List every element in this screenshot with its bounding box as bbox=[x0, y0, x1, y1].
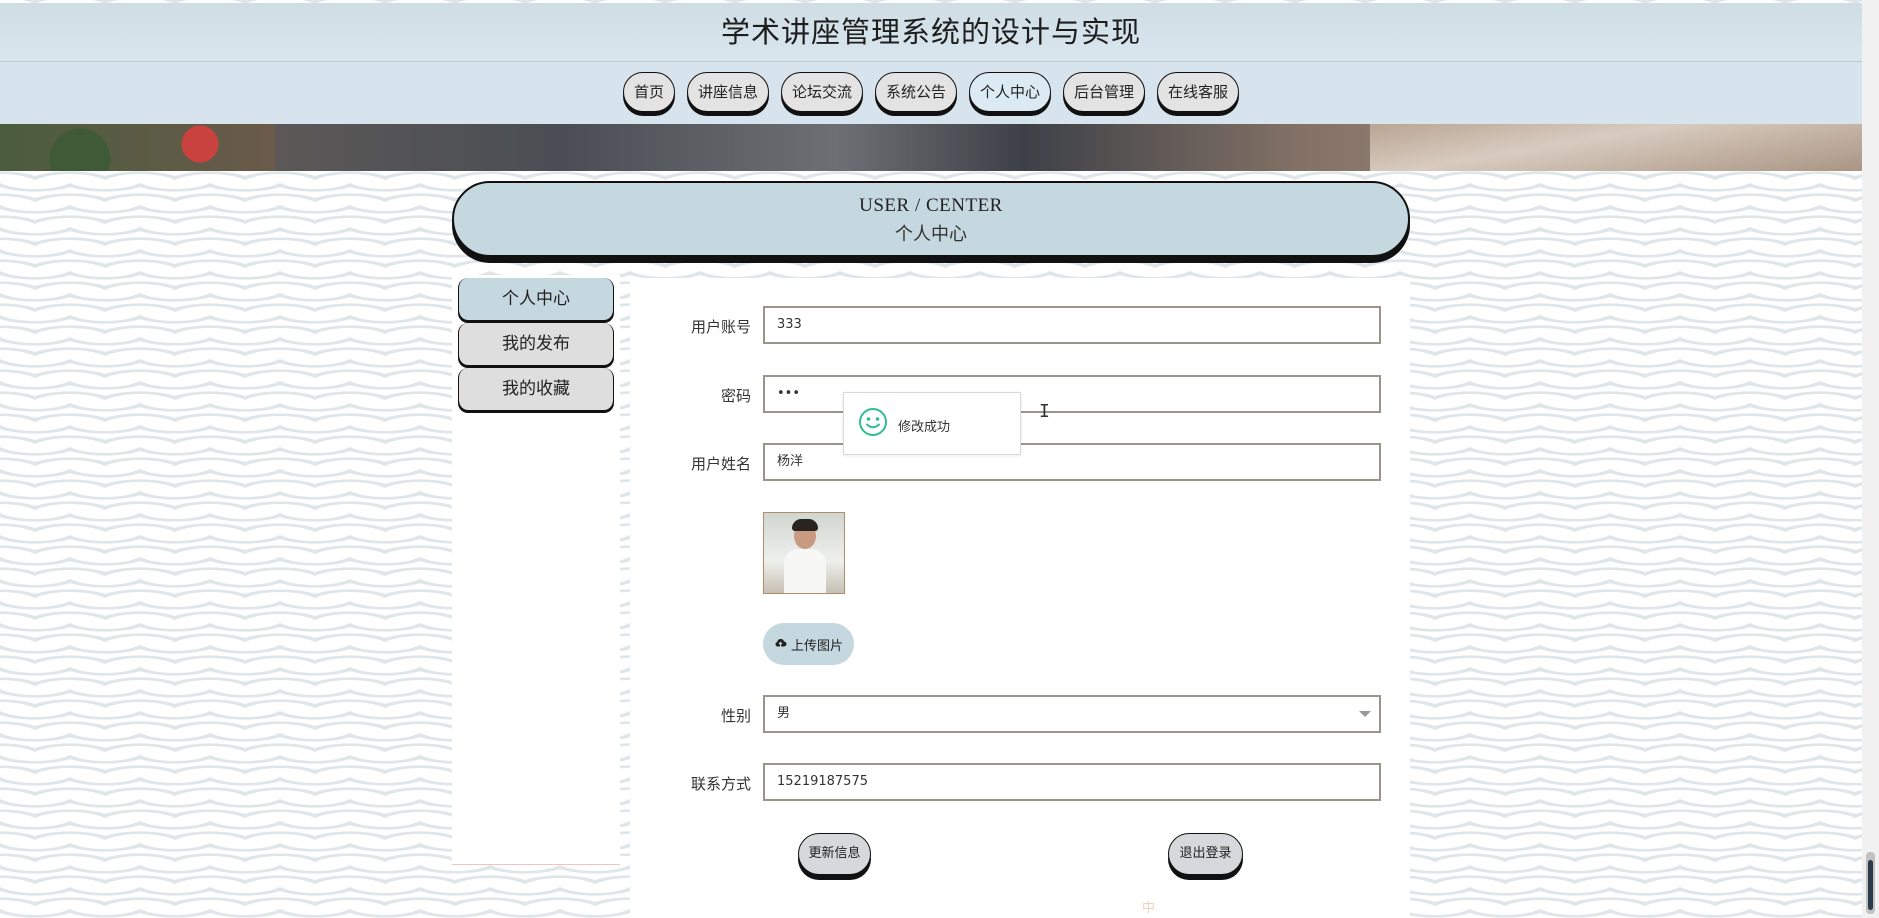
update-info-button[interactable]: 更新信息 bbox=[798, 833, 871, 875]
banner-image bbox=[0, 124, 1862, 171]
text-cursor-icon: I bbox=[1039, 401, 1050, 422]
success-toast: 修改成功 bbox=[843, 392, 1021, 455]
section-title-en: USER / CENTER bbox=[859, 195, 1003, 216]
section-title-cn: 个人中心 bbox=[895, 224, 967, 245]
ime-mode-label: 中 bbox=[1142, 901, 1156, 916]
ime-toolbar: 中 bbox=[1142, 897, 1155, 916]
sidebar-item-my-favorites[interactable]: 我的收藏 bbox=[458, 368, 614, 410]
profile-form-panel bbox=[630, 278, 1410, 918]
logout-button[interactable]: 退出登录 bbox=[1168, 833, 1243, 875]
banner-flower-image bbox=[0, 124, 275, 171]
nav-item-admin[interactable]: 后台管理 bbox=[1063, 72, 1146, 112]
upload-image-button[interactable]: 上传图片 bbox=[763, 623, 854, 665]
smile-icon bbox=[858, 407, 888, 440]
nav-item-personal-center[interactable]: 个人中心 bbox=[969, 72, 1052, 112]
password-label: 密码 bbox=[720, 387, 751, 405]
gender-value: 男 bbox=[777, 706, 791, 721]
upload-image-label: 上传图片 bbox=[790, 638, 843, 654]
sidebar: 个人中心 我的发布 我的收藏 bbox=[452, 275, 620, 865]
avatar-image bbox=[763, 512, 845, 594]
nav-item-online-service[interactable]: 在线客服 bbox=[1157, 72, 1240, 112]
nav-item-announcements[interactable]: 系统公告 bbox=[874, 72, 957, 112]
banner-room-image bbox=[1370, 124, 1862, 171]
chevron-down-icon bbox=[1359, 711, 1371, 717]
gender-select[interactable]: 男 bbox=[763, 695, 1381, 733]
sidebar-item-personal-center[interactable]: 个人中心 bbox=[458, 278, 614, 320]
name-label: 用户姓名 bbox=[690, 455, 751, 473]
scrollbar-thumb-indicator bbox=[1868, 860, 1873, 910]
gender-label: 性别 bbox=[720, 707, 751, 725]
account-input[interactable]: 333 bbox=[763, 306, 1381, 344]
nav-item-forum[interactable]: 论坛交流 bbox=[780, 72, 863, 112]
nav-item-lectures[interactable]: 讲座信息 bbox=[686, 72, 769, 112]
nav-item-home[interactable]: 首页 bbox=[622, 72, 675, 112]
page-scrollbar[interactable] bbox=[1862, 0, 1879, 918]
top-header: 学术讲座管理系统的设计与实现 bbox=[0, 3, 1862, 62]
contact-input[interactable]: 15219187575 bbox=[763, 763, 1381, 801]
site-title: 学术讲座管理系统的设计与实现 bbox=[720, 15, 1141, 49]
section-header: USER / CENTER 个人中心 bbox=[452, 181, 1410, 257]
main-nav: 首页 讲座信息 论坛交流 系统公告 个人中心 后台管理 在线客服 bbox=[0, 62, 1862, 124]
account-label: 用户账号 bbox=[690, 318, 751, 336]
cloud-upload-icon bbox=[774, 637, 787, 652]
contact-label: 联系方式 bbox=[690, 775, 751, 793]
sidebar-item-my-posts[interactable]: 我的发布 bbox=[458, 323, 614, 365]
toast-message: 修改成功 bbox=[898, 420, 951, 435]
